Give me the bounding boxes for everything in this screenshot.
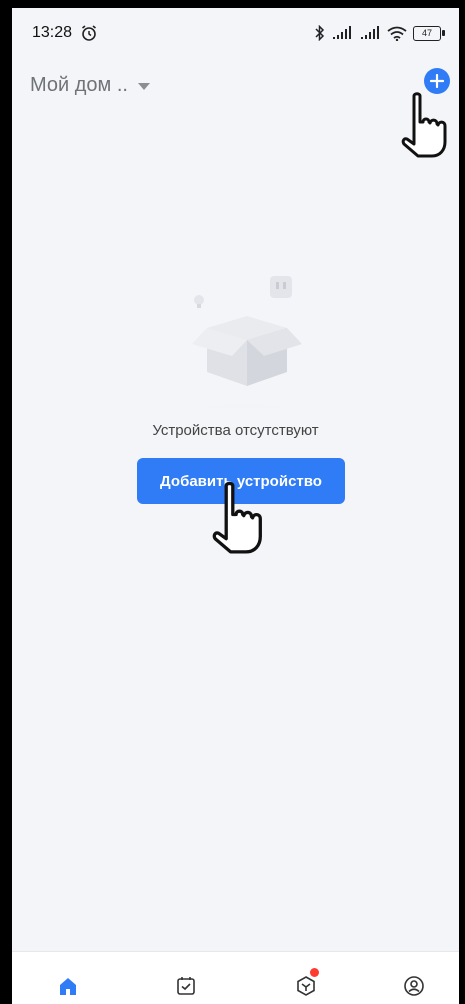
smart-icon[interactable] <box>294 974 318 998</box>
status-time: 13:28 <box>32 24 73 41</box>
battery-level: 47 <box>421 27 432 38</box>
home-name: Мой дом .. <box>30 74 128 96</box>
alarm-icon <box>82 25 96 41</box>
home-icon[interactable] <box>56 974 80 998</box>
profile-icon[interactable] <box>402 974 426 998</box>
empty-state-message: Устройства отсутствуют <box>152 422 319 439</box>
scenes-icon[interactable] <box>174 974 198 998</box>
add-button[interactable] <box>424 68 450 94</box>
notification-badge <box>310 968 319 977</box>
signal-icon <box>361 26 379 39</box>
plus-icon <box>430 74 444 88</box>
wifi-icon <box>387 26 407 41</box>
app-screen: 13:28 47 Мой дом .. Устройства отсутству… <box>12 8 459 1004</box>
bottom-tab-bar <box>12 951 459 1004</box>
battery-icon: 47 <box>413 25 445 41</box>
status-icons: 47 <box>315 23 445 43</box>
empty-box-illustration <box>152 276 342 408</box>
bluetooth-icon <box>315 25 325 41</box>
signal-icon <box>333 26 351 39</box>
chevron-down-icon <box>137 83 150 90</box>
home-selector[interactable]: Мой дом .. <box>30 74 150 97</box>
pointer-hand-icon <box>401 92 447 158</box>
pointer-hand-icon <box>212 481 262 554</box>
status-bar: 13:28 47 <box>12 8 459 58</box>
